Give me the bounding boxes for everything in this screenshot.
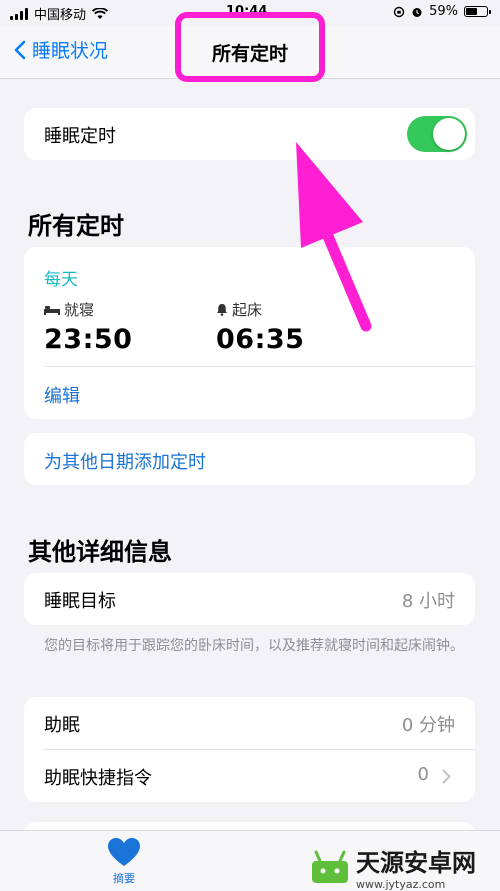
annotation-arrow (296, 142, 372, 332)
